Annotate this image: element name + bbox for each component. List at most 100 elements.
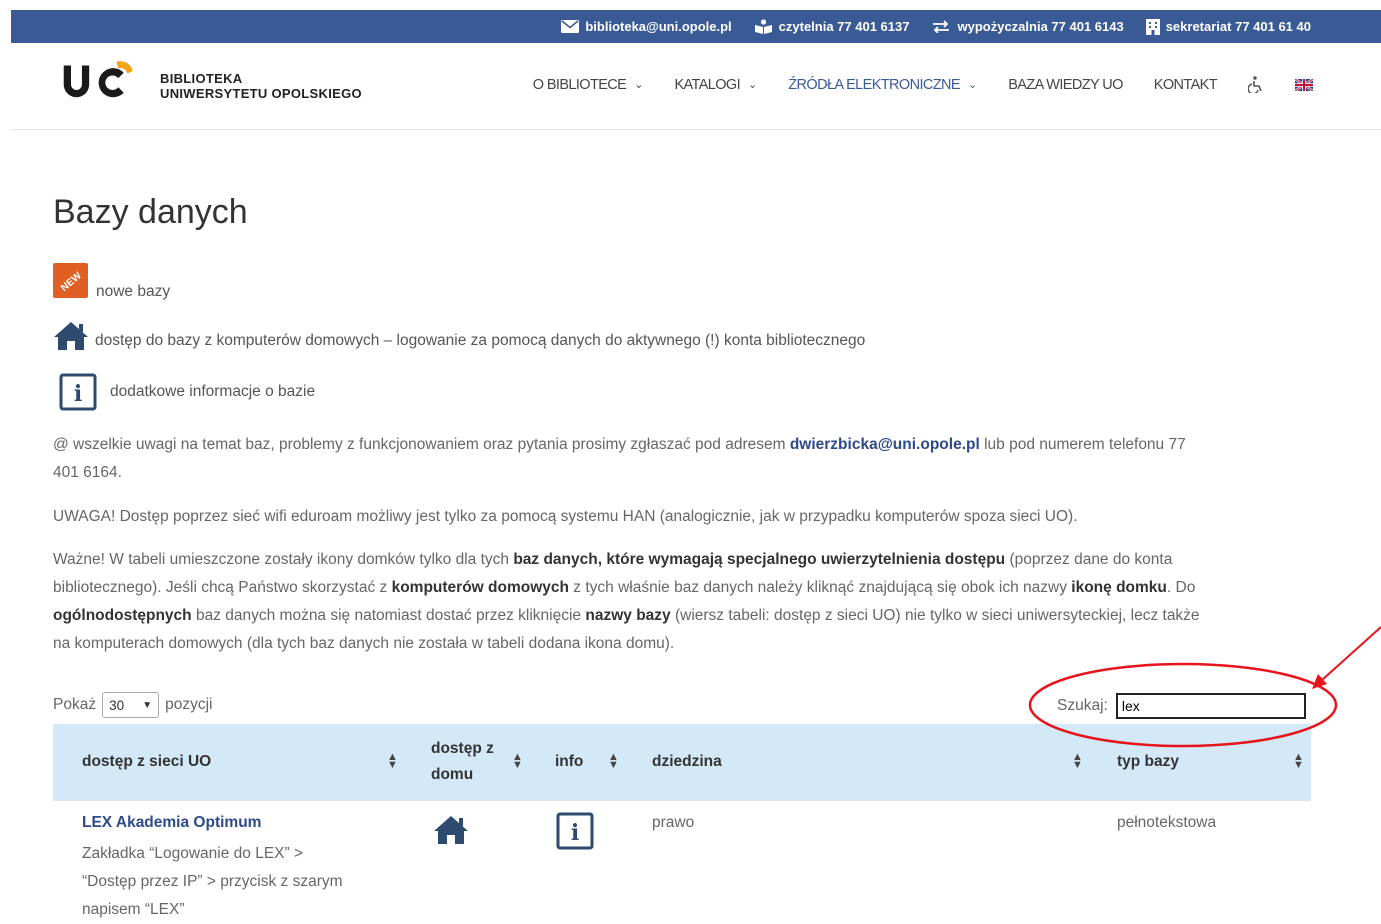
sort-icon[interactable]: ▲ ▼ [1293, 752, 1304, 771]
text-segment: (wiersz tabeli: dostęp z sieci UO) nie t… [670, 607, 1200, 624]
site-header: BIBLIOTEKA UNIWERSYTETU OPOLSKIEGO O BIB… [11, 43, 1381, 130]
page-length-control: Pokaż 30 ▼ pozycji [53, 692, 212, 718]
main-nav: O BIBLIOTECE ⌄ KATALOGI ⌄ ŹRÓDŁA ELEKTRONI… [533, 76, 1313, 93]
contact-email-link[interactable]: dwierzbicka@uni.opole.pl [790, 436, 980, 453]
table-search: Szukaj: [1057, 693, 1306, 719]
header-label: info [555, 753, 584, 770]
lending-text: wypożyczalnia 77 401 6143 [957, 19, 1124, 34]
annotation-arrow-head [1312, 674, 1327, 689]
info-glyph: i [571, 820, 579, 846]
text-segment: (poprzez dane do konta [1005, 551, 1173, 568]
note-line: Zakładka “Logowanie do LEX” > [82, 845, 304, 862]
sort-icon[interactable]: ▲ ▼ [387, 752, 398, 771]
text-segment: na komputerach domowych (dla tych baz da… [53, 635, 675, 652]
envelope-icon [561, 20, 580, 33]
info-icon[interactable]: i [556, 812, 594, 850]
th-home-access[interactable]: dostęp z domu [431, 724, 494, 800]
page-length-value: 30 [109, 697, 125, 713]
home-icon [54, 322, 88, 350]
home-access-icon[interactable] [433, 815, 469, 845]
building-icon [1145, 18, 1160, 35]
nav-label: KONTAKT [1153, 76, 1218, 93]
nav-label: KATALOGI [674, 76, 741, 93]
th-type[interactable]: typ bazy [1117, 724, 1179, 800]
show-label: Pokaż [53, 696, 97, 713]
header-label: domu [431, 766, 474, 783]
legend-info: i dodatkowe informacje o bazie [53, 373, 315, 411]
contact-text: @ wszelkie uwagi na temat baz, problemy … [53, 436, 790, 453]
database-link[interactable]: LEX Akademia Optimum [82, 814, 261, 832]
bold-segment: ogólnodostępnych [53, 607, 192, 624]
show-suffix: pozycji [165, 696, 213, 713]
text-segment: z tych właśnie baz danych należy kliknąć… [568, 579, 1072, 596]
nav-katalogi[interactable]: KATALOGI ⌄ [674, 77, 757, 93]
contact-phone-end: 401 6164. [53, 464, 122, 481]
th-info[interactable]: info [555, 724, 583, 800]
nav-label: BAZA WIEDZY UO [1008, 76, 1123, 93]
lending-contact: wypożyczalnia 77 401 6143 [931, 19, 1124, 34]
nav-o-bibliotece[interactable]: O BIBLIOTECE ⌄ [533, 77, 644, 93]
uo-logo-icon [63, 61, 133, 98]
contact-text-2: lub pod numerem telefonu 77 [979, 436, 1186, 453]
reading-room-contact: czytelnia 77 401 6137 [754, 19, 910, 34]
sort-icon[interactable]: ▲ ▼ [512, 752, 523, 771]
legend-info-label: dodatkowe informacje o bazie [110, 383, 316, 400]
chevron-down-icon: ⌄ [634, 79, 644, 91]
nav-baza-wiedzy[interactable]: BAZA WIEDZY UO [1008, 77, 1123, 93]
field-cell: prawo [652, 814, 695, 831]
accessibility-icon[interactable] [1248, 76, 1264, 93]
page-length-select[interactable]: 30 ▼ [102, 692, 160, 718]
legend-new-label: nowe bazy [96, 283, 171, 300]
logo-line-2: UNIWERSYTETU OPOLSKIEGO [160, 86, 362, 101]
email-contact[interactable]: biblioteka@uni.opole.pl [561, 19, 732, 34]
chevron-down-icon: ⌄ [748, 79, 758, 91]
nav-label: O BIBLIOTECE [532, 76, 627, 93]
bold-segment: nazwy bazy [585, 607, 671, 624]
database-note: Zakładka “Logowanie do LEX” > “Dostęp pr… [82, 840, 372, 924]
table-header: dostęp z sieci UO ▲ ▼ dostęp z domu ▲ ▼ inf… [53, 724, 1311, 800]
search-label: Szukaj: [1057, 697, 1108, 714]
text-segment: bibliotecznego). Jeśli chcą Państwo skor… [53, 579, 392, 596]
english-flag-icon[interactable] [1295, 78, 1313, 91]
header-label: dostęp z [431, 740, 494, 757]
new-badge-icon: NEW [53, 262, 88, 298]
secretariat-contact: sekretariat 77 401 61 40 [1145, 18, 1311, 35]
type-cell: pełnotekstowa [1117, 814, 1217, 831]
reader-icon [754, 19, 772, 34]
text-segment: Ważne! W tabeli umieszczone zostały ikon… [53, 551, 514, 568]
note-line: “Dostęp przez IP” > przycisk z szarym [82, 873, 343, 890]
logo-text: BIBLIOTEKA UNIWERSYTETU OPOLSKIEGO [160, 71, 362, 101]
header-label: dostęp z sieci UO [82, 753, 212, 770]
search-input[interactable] [1115, 693, 1306, 719]
nav-label: ŹRÓDŁA ELEKTRONICZNE [788, 76, 960, 93]
chevron-down-icon: ▼ [142, 699, 153, 711]
warning-paragraph: UWAGA! Dostęp poprzez sieć wifi eduroam … [53, 508, 1078, 525]
text-segment: baz danych można się natomiast dostać pr… [191, 607, 586, 624]
text-segment: . Do [1166, 579, 1196, 596]
site-logo[interactable]: BIBLIOTEKA UNIWERSYTETU OPOLSKIEGO [56, 59, 362, 101]
nav-zrodla-elektroniczne[interactable]: ŹRÓDŁA ELEKTRONICZNE ⌄ [788, 77, 977, 93]
bold-segment: komputerów domowych [391, 579, 569, 596]
legend-home-label: dostęp do bazy z komputerów domowych – l… [95, 332, 866, 349]
page-title: Bazy danych [53, 193, 248, 231]
th-network-access[interactable]: dostęp z sieci UO [82, 724, 211, 800]
sort-icon[interactable]: ▲ ▼ [1072, 752, 1083, 771]
email-text: biblioteka@uni.opole.pl [585, 19, 732, 34]
bold-segment: baz danych, które wymagają specjalnego u… [513, 551, 1006, 568]
info-icon: i [59, 373, 97, 411]
header-label: dziedzina [652, 753, 722, 770]
sort-icon[interactable]: ▲ ▼ [608, 752, 619, 771]
secretariat-text: sekretariat 77 401 61 40 [1165, 19, 1311, 34]
logo-line-1: BIBLIOTEKA [160, 71, 243, 86]
contact-bar: biblioteka@uni.opole.pl czytelnia 77 401… [11, 10, 1381, 43]
info-glyph: i [74, 381, 82, 407]
legend-home: dostęp do bazy z komputerów domowych – l… [53, 321, 865, 351]
important-paragraph: Ważne! W tabeli umieszczone zostały ikon… [53, 546, 1308, 658]
legend-new: NEW nowe bazy [53, 259, 170, 301]
exchange-icon [933, 20, 950, 33]
nav-kontakt[interactable]: KONTAKT [1153, 76, 1218, 93]
header-label: typ bazy [1117, 753, 1180, 770]
reading-room-text: czytelnia 77 401 6137 [778, 19, 910, 34]
th-field[interactable]: dziedzina [652, 724, 722, 800]
chevron-down-icon: ⌄ [967, 79, 978, 91]
